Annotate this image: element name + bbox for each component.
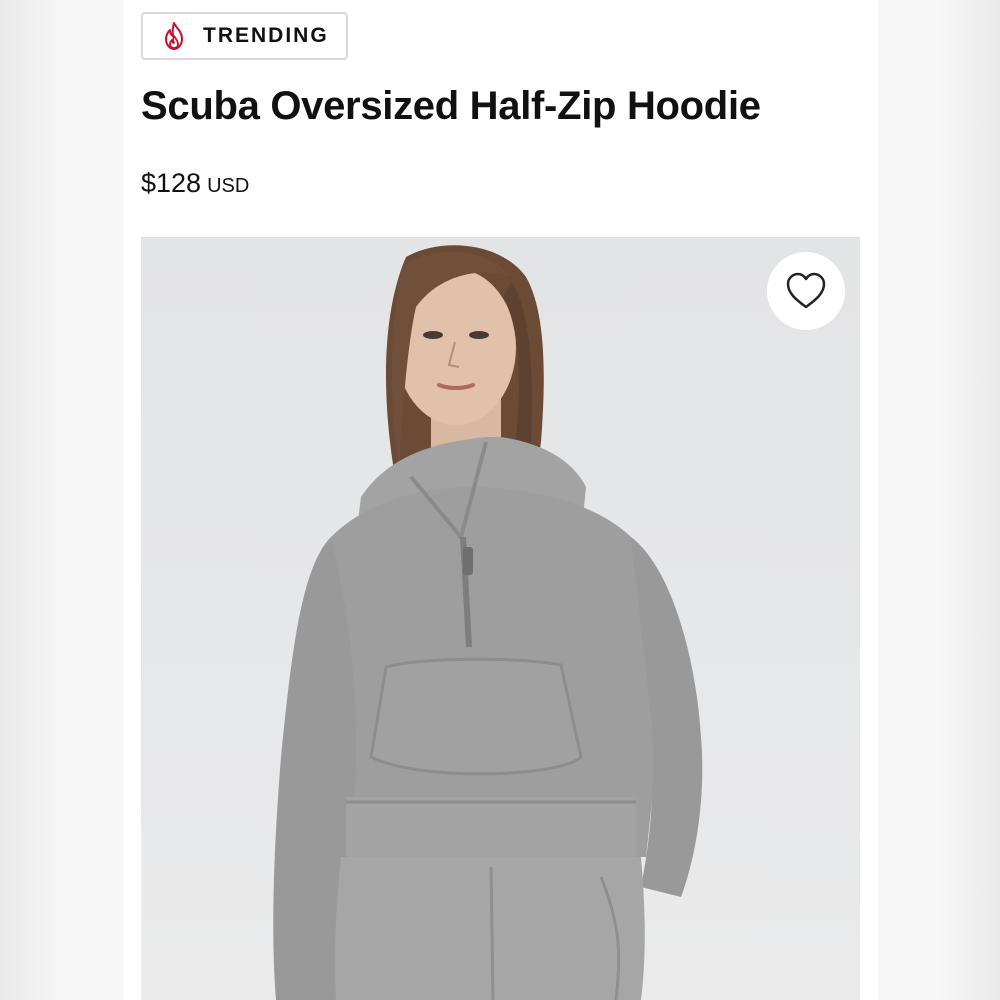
product-image[interactable] [141,237,860,1000]
product-title: Scuba Oversized Half-Zip Hoodie [141,84,761,128]
flame-icon [159,21,189,51]
price-currency: USD [207,175,250,197]
trending-badge: TRENDING [141,12,348,60]
model-illustration [273,245,703,1000]
product-price: $128 USD [141,168,249,199]
price-amount: $128 [141,168,202,198]
product-card: TRENDING Scuba Oversized Half-Zip Hoodie… [123,0,878,1000]
badge-label: TRENDING [203,24,329,47]
wishlist-button[interactable] [767,252,845,330]
heart-outline-icon [786,272,826,309]
